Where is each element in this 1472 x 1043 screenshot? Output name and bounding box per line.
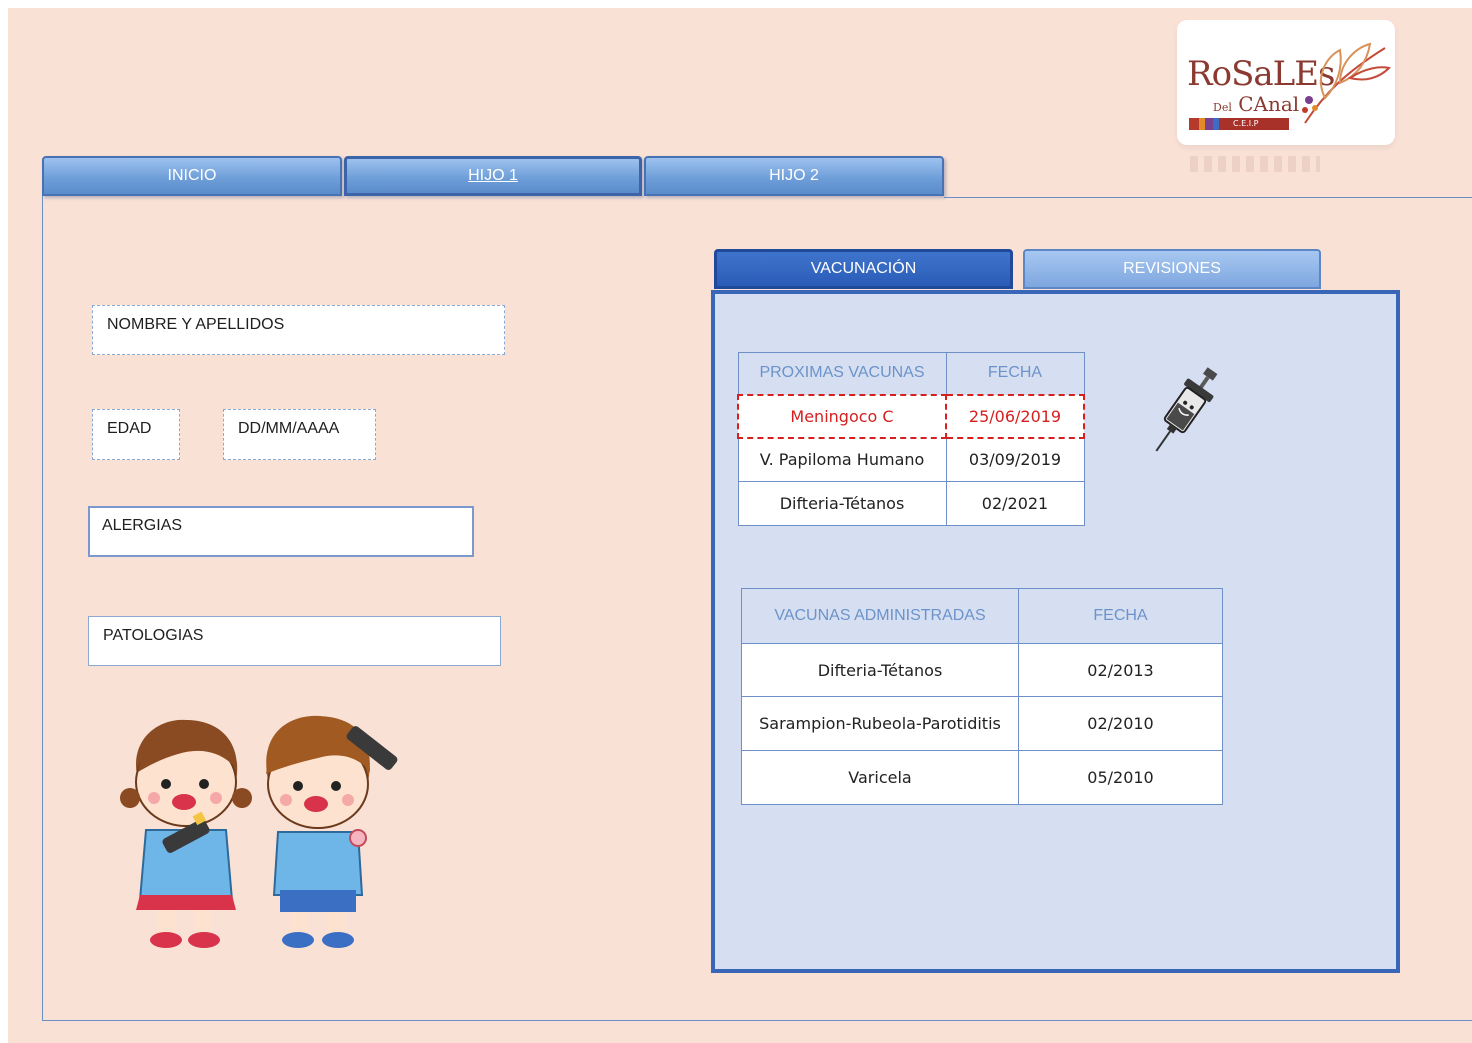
administered-vaccines-table: VACUNAS ADMINISTRADAS FECHA Difteria-Tét…: [741, 588, 1223, 805]
vaccine-date-cell: 03/09/2019: [945, 437, 1085, 482]
vaccine-name-cell: Difteria-Tétanos: [737, 481, 947, 526]
logo-word-canal-text: CAnal: [1238, 92, 1300, 116]
vaccine-date-cell: 05/2010: [1018, 750, 1223, 805]
vaccine-date-cell: 02/2010: [1018, 696, 1223, 751]
table-row[interactable]: Difteria-Tétanos 02/2013: [741, 643, 1223, 697]
column-header: PROXIMAS VACUNAS: [737, 352, 947, 395]
upcoming-vaccines-table: PROXIMAS VACUNAS FECHA Meningoco C 25/06…: [737, 352, 1085, 526]
allergies-field[interactable]: ALERGIAS: [88, 506, 474, 557]
table-header-row: PROXIMAS VACUNAS FECHA: [737, 352, 1085, 395]
table-row[interactable]: Meningoco C 25/06/2019: [737, 393, 1085, 439]
logo-word-canal: Del CAnal: [1213, 92, 1299, 116]
age-field-label: EDAD: [107, 420, 152, 437]
tab-revisiones-label: REVISIONES: [1123, 260, 1221, 277]
birthdate-field[interactable]: DD/MM/AAAA: [223, 409, 376, 460]
tab-vacunacion[interactable]: VACUNACIÓN: [714, 249, 1013, 289]
tab-hijo-1-label: HIJO 1: [468, 167, 518, 184]
content-frame-bottom: [42, 1020, 1472, 1021]
pathologies-field-label: PATOLOGIAS: [103, 627, 204, 644]
boy-figure: [266, 715, 398, 948]
syringe-icon: [1155, 367, 1218, 452]
tab-hijo-1[interactable]: HIJO 1: [344, 156, 642, 196]
column-header: FECHA: [1018, 588, 1223, 644]
content-frame-left: [42, 196, 43, 1021]
school-logo: RoSaLEs Del CAnal C.E.I.P: [1177, 20, 1395, 145]
vaccine-name-cell: Varicela: [741, 750, 1019, 805]
vaccine-name-cell: Meningoco C: [737, 393, 947, 439]
vaccine-name-cell: V. Papiloma Humano: [737, 437, 947, 482]
allergies-field-label: ALERGIAS: [102, 517, 183, 534]
table-header-row: VACUNAS ADMINISTRADAS FECHA: [741, 588, 1223, 644]
logo-reflection: [1190, 156, 1320, 172]
name-field[interactable]: NOMBRE Y APELLIDOS: [92, 305, 505, 355]
column-header: FECHA: [945, 352, 1085, 395]
table-row[interactable]: Difteria-Tétanos 02/2021: [737, 481, 1085, 526]
kids-illustration: [120, 715, 398, 948]
logo-word-del: Del: [1213, 101, 1232, 114]
tab-vacunacion-label: VACUNACIÓN: [810, 260, 917, 277]
birthdate-placeholder: DD/MM/AAAA: [238, 420, 340, 437]
column-header: VACUNAS ADMINISTRADAS: [741, 588, 1019, 644]
tab-hijo-2-label: HIJO 2: [769, 167, 819, 184]
tab-hijo-2[interactable]: HIJO 2: [644, 156, 944, 196]
logo-leaves-icon: [1302, 42, 1391, 124]
tab-inicio-label: INICIO: [167, 167, 217, 184]
vaccine-date-cell: 02/2021: [945, 481, 1085, 526]
name-field-label: NOMBRE Y APELLIDOS: [107, 316, 285, 333]
table-row[interactable]: V. Papiloma Humano 03/09/2019: [737, 437, 1085, 482]
table-row[interactable]: Varicela 05/2010: [741, 750, 1223, 805]
table-row[interactable]: Sarampion-Rubeola-Parotiditis 02/2010: [741, 696, 1223, 751]
tab-inicio[interactable]: INICIO: [42, 156, 342, 196]
content-frame-top: [944, 197, 1472, 198]
pathologies-field[interactable]: PATOLOGIAS: [88, 616, 501, 666]
age-field[interactable]: EDAD: [92, 409, 180, 460]
vaccine-date-cell: 02/2013: [1018, 643, 1223, 697]
vaccine-name-cell: Difteria-Tétanos: [741, 643, 1019, 697]
girl-figure: [120, 719, 252, 948]
vaccine-date-cell: 25/06/2019: [945, 393, 1085, 439]
tab-revisiones[interactable]: REVISIONES: [1023, 249, 1321, 289]
logo-tag: C.E.I.P: [1233, 119, 1259, 128]
vaccine-name-cell: Sarampion-Rubeola-Parotiditis: [741, 696, 1019, 751]
